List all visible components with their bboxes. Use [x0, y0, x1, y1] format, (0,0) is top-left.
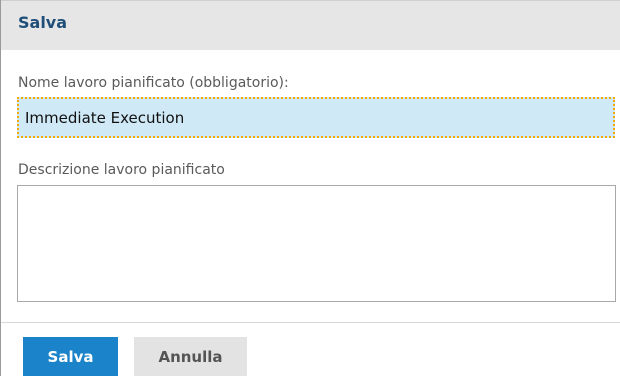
footer-divider — [1, 322, 620, 323]
job-name-input[interactable] — [17, 97, 615, 138]
job-description-label: Descrizione lavoro pianificato — [18, 162, 225, 178]
dialog-title-bar: Salva — [1, 0, 620, 50]
cancel-button[interactable]: Annulla — [134, 337, 247, 376]
save-dialog: Salva Nome lavoro pianificato (obbligato… — [0, 0, 620, 376]
save-button[interactable]: Salva — [23, 337, 118, 376]
job-description-textarea[interactable] — [17, 185, 616, 302]
job-name-label: Nome lavoro pianificato (obbligatorio): — [18, 75, 289, 91]
dialog-title: Salva — [18, 13, 68, 32]
